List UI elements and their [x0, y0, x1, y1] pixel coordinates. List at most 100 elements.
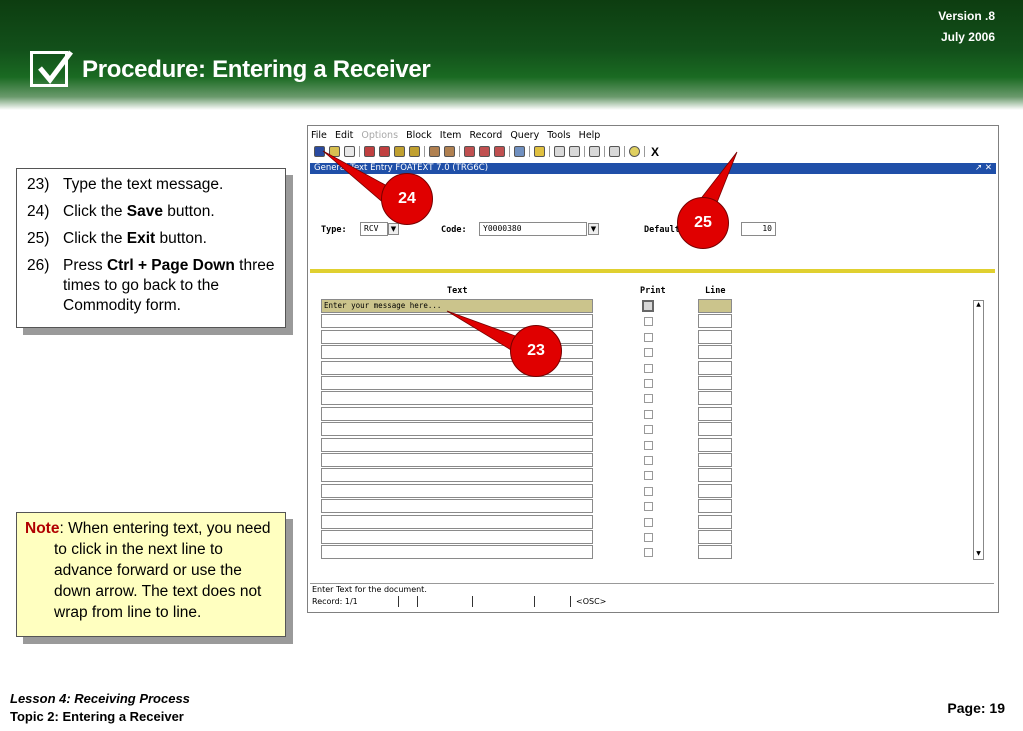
type-field[interactable]: RCV	[360, 222, 388, 236]
print-checkbox[interactable]	[644, 440, 653, 450]
line-number-field[interactable]	[698, 530, 732, 544]
default-field[interactable]: 10	[741, 222, 776, 236]
audio-icon[interactable]	[589, 146, 600, 157]
delete-record-icon[interactable]	[479, 146, 490, 157]
previous-record-icon[interactable]	[394, 146, 405, 157]
save-icon[interactable]	[314, 146, 325, 157]
text-line-field[interactable]	[321, 514, 593, 529]
print-checkbox[interactable]	[644, 348, 653, 358]
menu-edit[interactable]: Edit	[335, 130, 353, 141]
check-box-icon	[30, 50, 73, 87]
text-line-field[interactable]: Enter your message here...	[321, 299, 593, 313]
text-line-field[interactable]	[321, 483, 593, 498]
line-number-field[interactable]	[698, 314, 732, 329]
print-checkbox[interactable]	[644, 379, 653, 388]
line-number-field[interactable]	[698, 468, 732, 483]
print-checkbox[interactable]	[644, 456, 653, 465]
line-number-field[interactable]	[698, 299, 732, 313]
print-checkbox[interactable]	[644, 548, 653, 558]
previous-block-icon[interactable]	[364, 146, 375, 157]
option-list-icon[interactable]	[554, 146, 565, 157]
text-line-field[interactable]	[321, 530, 593, 544]
step-item: 24) Click the Save button.	[27, 203, 215, 220]
default-label: Default	[644, 225, 680, 235]
code-label: Code:	[441, 225, 467, 235]
lov-arrow-icon[interactable]: ▼	[588, 223, 599, 235]
help-icon[interactable]	[629, 146, 640, 157]
footer-topic: Topic 2: Entering a Receiver	[10, 709, 184, 724]
line-number-field[interactable]	[698, 406, 732, 421]
callout-23: 23	[510, 325, 562, 377]
next-block-icon[interactable]	[379, 146, 390, 157]
print-checkbox[interactable]	[644, 517, 653, 527]
field-help-icon[interactable]	[569, 146, 580, 157]
text-line-field[interactable]	[321, 406, 593, 421]
text-line-field[interactable]	[321, 453, 593, 467]
menu-item[interactable]: Item	[440, 130, 462, 141]
text-line-field[interactable]	[321, 314, 593, 329]
rollback-icon[interactable]	[329, 146, 340, 157]
footer-lesson: Lesson 4: Receiving Process	[10, 691, 190, 706]
menu-block[interactable]: Block	[406, 130, 432, 141]
scrollbar[interactable]: ▲ ▼	[973, 300, 984, 560]
line-number-field[interactable]	[698, 391, 732, 406]
menu-tools[interactable]: Tools	[547, 130, 570, 141]
print-checkbox[interactable]	[644, 409, 653, 419]
line-number-field[interactable]	[698, 376, 732, 390]
text-line-field[interactable]	[321, 437, 593, 452]
menu-file[interactable]: File	[311, 130, 327, 141]
next-record-icon[interactable]	[409, 146, 420, 157]
print-checkbox[interactable]	[644, 425, 653, 435]
print-checkbox[interactable]	[644, 486, 653, 496]
print-checkbox[interactable]	[644, 502, 653, 512]
print-checkbox[interactable]	[644, 533, 653, 542]
exit-icon[interactable]: X	[651, 145, 659, 159]
text-line-field[interactable]	[321, 422, 593, 437]
text-line-field[interactable]	[321, 376, 593, 390]
menu-query[interactable]: Query	[510, 130, 539, 141]
line-number-field[interactable]	[698, 345, 732, 360]
scroll-up-icon[interactable]: ▲	[974, 301, 983, 310]
code-field[interactable]: Y0000380	[479, 222, 587, 236]
page-title: Procedure: Entering a Receiver	[82, 56, 431, 83]
record-indicator: Record: 1/1	[312, 597, 358, 606]
workflow-icon[interactable]	[609, 146, 620, 157]
scroll-down-icon[interactable]: ▼	[974, 550, 983, 559]
print-screen-icon[interactable]	[534, 146, 545, 157]
line-number-field[interactable]	[698, 499, 732, 514]
line-number-field[interactable]	[698, 329, 732, 344]
line-number-field[interactable]	[698, 360, 732, 375]
step-item: 25) Click the Exit button.	[27, 230, 207, 247]
line-number-field[interactable]	[698, 545, 732, 560]
print-checkbox[interactable]	[644, 394, 653, 404]
print-checkbox[interactable]	[644, 471, 653, 481]
lookup-icon[interactable]	[514, 146, 525, 157]
line-number-field[interactable]	[698, 483, 732, 498]
window-controls[interactable]: ↗ ✕	[975, 163, 992, 174]
remove-record-icon[interactable]	[494, 146, 505, 157]
text-line-field[interactable]	[321, 545, 593, 560]
line-number-field[interactable]	[698, 453, 732, 467]
print-checkbox[interactable]	[644, 363, 653, 373]
text-line-field[interactable]	[321, 499, 593, 514]
enter-query-icon[interactable]	[429, 146, 440, 157]
line-number-field[interactable]	[698, 437, 732, 452]
steps-box: 23) Type the text message. 24) Click the S…	[16, 168, 286, 328]
text-line-field[interactable]	[321, 391, 593, 406]
footer: Lesson 4: Receiving Process Topic 2: Ent…	[10, 690, 190, 726]
lov-arrow-icon[interactable]: ▼	[388, 223, 399, 235]
line-number-field[interactable]	[698, 514, 732, 529]
insert-record-icon[interactable]	[464, 146, 475, 157]
print-checkbox[interactable]	[644, 317, 653, 327]
menu-help[interactable]: Help	[579, 130, 601, 141]
print-checkbox[interactable]	[644, 332, 653, 342]
text-line-field[interactable]	[321, 468, 593, 483]
execute-query-icon[interactable]	[444, 146, 455, 157]
menu-record[interactable]: Record	[469, 130, 502, 141]
note-label: Note	[25, 520, 60, 537]
line-number-field[interactable]	[698, 422, 732, 437]
print-icon[interactable]	[344, 146, 355, 157]
print-checkbox[interactable]	[642, 300, 654, 312]
menu-options[interactable]: Options	[361, 130, 398, 141]
block-separator	[310, 269, 995, 273]
